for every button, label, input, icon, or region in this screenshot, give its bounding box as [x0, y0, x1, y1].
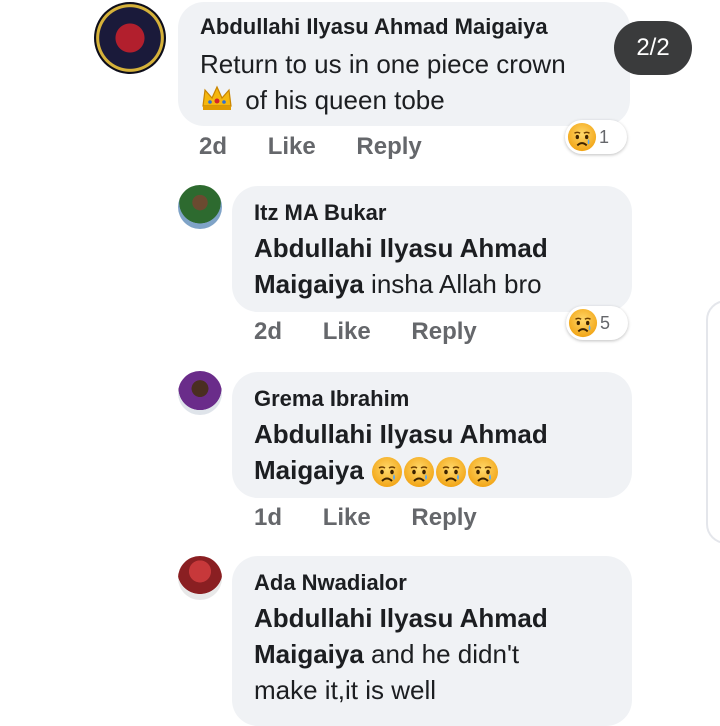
- comment-actions: 1d Like Reply: [254, 504, 477, 532]
- sad-face-icon: [403, 456, 435, 488]
- comment-time[interactable]: 2d: [254, 318, 282, 346]
- like-button[interactable]: Like: [268, 133, 316, 161]
- comment-author[interactable]: Itz MA Bukar: [254, 200, 386, 226]
- reaction-count-number: 5: [600, 312, 611, 333]
- comment-author[interactable]: Ada Nwadialor: [254, 570, 407, 596]
- comment-actions: 2d Like Reply: [254, 318, 477, 346]
- comment-text: Abdullahi Ilyasu Ahmad Maigaiya and he d…: [254, 600, 624, 708]
- sad-face-icon: [568, 308, 598, 338]
- reply-button[interactable]: Reply: [411, 318, 476, 346]
- like-button[interactable]: Like: [323, 318, 371, 346]
- comment-bubble: Itz MA Bukar Abdullahi Ilyasu Ahmad Maig…: [232, 186, 632, 312]
- sad-face-icon: [467, 456, 499, 488]
- avatar[interactable]: [178, 556, 222, 600]
- comment-bubble: Abdullahi Ilyasu Ahmad Maigaiya Return t…: [178, 2, 630, 126]
- avatar[interactable]: [178, 371, 222, 415]
- avatar[interactable]: [178, 185, 222, 229]
- comment-bubble: Grema Ibrahim Abdullahi Ilyasu Ahmad Mai…: [232, 372, 632, 498]
- comment-actions: 2d Like Reply: [199, 133, 422, 161]
- comment-time[interactable]: 2d: [199, 133, 227, 161]
- reaction-count-number: 1: [599, 126, 610, 147]
- comment-text: Abdullahi Ilyasu Ahmad Maigaiya insha Al…: [254, 230, 624, 302]
- mention-link[interactable]: Maigaiya: [254, 639, 364, 669]
- page-indicator: 2/2: [614, 21, 692, 75]
- comment-text-tail: insha Allah bro: [363, 269, 542, 299]
- comment-text-line: make it,it is well: [254, 675, 437, 705]
- sad-face-icon: [567, 122, 597, 152]
- comment-time[interactable]: 1d: [254, 504, 282, 532]
- comment-text: Return to us in one piece crown of his q…: [200, 46, 620, 121]
- side-panel-edge[interactable]: [706, 300, 720, 544]
- reply-button[interactable]: Reply: [356, 133, 421, 161]
- mention-link[interactable]: Maigaiya: [254, 455, 364, 485]
- comment-text: Abdullahi Ilyasu Ahmad Maigaiya: [254, 416, 624, 488]
- crown-icon: [200, 84, 234, 121]
- mention-link[interactable]: Maigaiya: [254, 269, 364, 299]
- comment-bubble: Ada Nwadialor Abdullahi Ilyasu Ahmad Mai…: [232, 556, 632, 726]
- mention-link[interactable]: Abdullahi Ilyasu Ahmad: [254, 233, 548, 263]
- comment-text-tail: and he didn't: [363, 639, 520, 669]
- comment-text-tail: of his queen tobe: [245, 85, 445, 115]
- sad-face-icon: [435, 456, 467, 488]
- avatar[interactable]: [94, 2, 166, 74]
- mention-link[interactable]: Abdullahi Ilyasu Ahmad: [254, 419, 548, 449]
- reaction-count[interactable]: 1: [565, 120, 627, 154]
- reply-button[interactable]: Reply: [411, 504, 476, 532]
- reaction-count[interactable]: 5: [566, 306, 628, 340]
- sad-face-icon: [371, 456, 403, 488]
- comment-text-line: Return to us in one piece crown: [200, 49, 566, 79]
- comment-author[interactable]: Grema Ibrahim: [254, 386, 409, 412]
- mention-link[interactable]: Abdullahi Ilyasu Ahmad: [254, 603, 548, 633]
- comment-text-line: of his queen tobe: [200, 82, 620, 121]
- like-button[interactable]: Like: [323, 504, 371, 532]
- comment-author[interactable]: Abdullahi Ilyasu Ahmad Maigaiya: [200, 14, 548, 40]
